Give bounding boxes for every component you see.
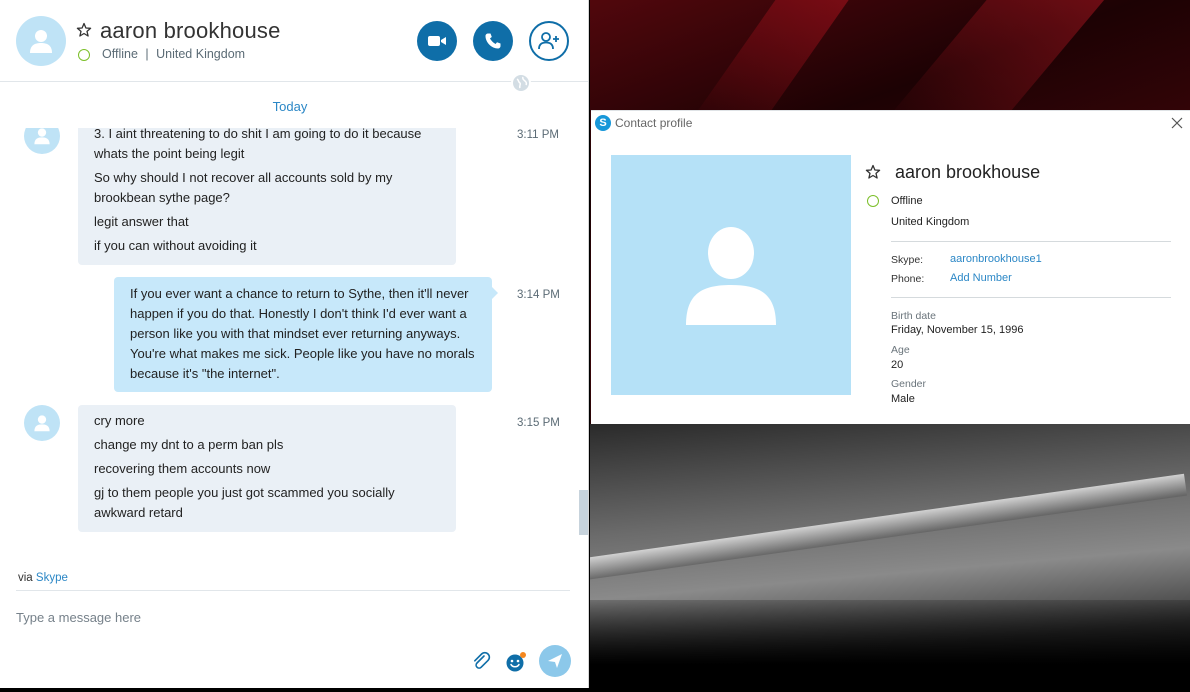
message-list[interactable]: 3. I aint threatening to do shit I am go…: [0, 128, 580, 558]
sender-avatar[interactable]: [24, 128, 60, 154]
audio-call-button[interactable]: [473, 21, 513, 61]
message-line: recovering them accounts now: [94, 461, 271, 476]
profile-divider: [891, 297, 1171, 298]
wallpaper-shadow: [590, 600, 1190, 692]
attach-icon[interactable]: [471, 651, 491, 671]
video-icon: [428, 36, 446, 46]
message-line: So why should I not recover all accounts…: [94, 170, 393, 205]
close-icon[interactable]: [1170, 116, 1184, 130]
message-bubble-incoming[interactable]: cry more change my dnt to a perm ban pls…: [78, 405, 456, 532]
profile-divider: [891, 241, 1171, 242]
profile-titlebar: S Contact profile: [591, 111, 1190, 137]
person-icon: [30, 30, 52, 53]
skype-id-link[interactable]: aaronbrookhouse1: [950, 253, 1042, 265]
birth-date-label: Birth date: [891, 310, 936, 322]
profile-name: aaron brookhouse: [895, 162, 1041, 182]
contact-profile-window: S Contact profile aaron brookhouse Offli…: [591, 110, 1190, 424]
profile-status: Offline: [891, 195, 923, 207]
gender-value: Male: [891, 393, 915, 405]
add-people-button[interactable]: [529, 21, 569, 61]
phone-label: Phone:: [891, 273, 925, 285]
profile-photo: [611, 155, 851, 395]
compose-divider: [16, 590, 570, 591]
message-timestamp: 3:14 PM: [517, 289, 560, 301]
add-contact-icon: [538, 32, 559, 50]
date-divider: Today: [272, 99, 308, 114]
skype-label: Skype:: [891, 254, 924, 266]
send-icon: [548, 654, 562, 668]
message-line: gj to them people you just got scammed y…: [94, 485, 395, 520]
skype-link[interactable]: Skype: [36, 572, 68, 584]
birth-date-value: Friday, November 15, 1996: [891, 324, 1024, 336]
age-value: 20: [891, 359, 904, 371]
sender-avatar[interactable]: [24, 405, 60, 441]
status-separator: |: [145, 47, 149, 61]
message-timestamp: 3:15 PM: [517, 417, 560, 429]
via-prefix: via: [18, 572, 33, 584]
chat-header: aaron brookhouse Offline | United Kingdo…: [0, 0, 588, 82]
add-number-link[interactable]: Add Number: [950, 272, 1012, 284]
message-input[interactable]: [16, 605, 556, 629]
message-line: cry more: [94, 413, 145, 428]
message-text: If you ever want a chance to return to S…: [130, 286, 475, 381]
person-icon: [686, 227, 776, 325]
status-text: Offline: [102, 47, 138, 61]
send-button[interactable]: [539, 645, 571, 677]
video-call-button[interactable]: [417, 21, 457, 61]
message-line: 3. I aint threatening to do shit I am go…: [94, 128, 422, 161]
skype-logo-icon: S: [595, 115, 611, 131]
message-bubble-incoming[interactable]: 3. I aint threatening to do shit I am go…: [78, 128, 456, 265]
status-indicator: [867, 195, 879, 207]
contact-avatar[interactable]: [16, 16, 66, 66]
message-line: if you can without avoiding it: [94, 238, 257, 253]
globe-icon[interactable]: [511, 73, 531, 93]
gender-label: Gender: [891, 378, 927, 390]
scrollbar-thumb[interactable]: [579, 490, 588, 535]
message-line: legit answer that: [94, 214, 189, 229]
person-icon: [34, 415, 50, 432]
location-text: United Kingdom: [156, 47, 246, 61]
via-skype-note: via Skype: [18, 572, 68, 584]
status-indicator: [78, 49, 90, 61]
profile-window-title: Contact profile: [615, 116, 693, 130]
message-line: change my dnt to a perm ban pls: [94, 437, 284, 452]
chat-window: aaron brookhouse Offline | United Kingdo…: [0, 0, 589, 688]
age-label: Age: [891, 344, 910, 356]
star-icon[interactable]: [76, 22, 92, 38]
contact-name: aaron brookhouse: [100, 18, 281, 43]
person-icon: [34, 128, 50, 145]
emoji-icon[interactable]: [505, 651, 527, 673]
phone-icon: [485, 33, 501, 49]
message-timestamp: 3:11 PM: [517, 129, 559, 141]
profile-location: United Kingdom: [891, 216, 970, 228]
contact-status-line: Offline | United Kingdom: [102, 47, 245, 61]
message-bubble-outgoing[interactable]: If you ever want a chance to return to S…: [114, 277, 498, 392]
star-icon[interactable]: [865, 164, 881, 180]
